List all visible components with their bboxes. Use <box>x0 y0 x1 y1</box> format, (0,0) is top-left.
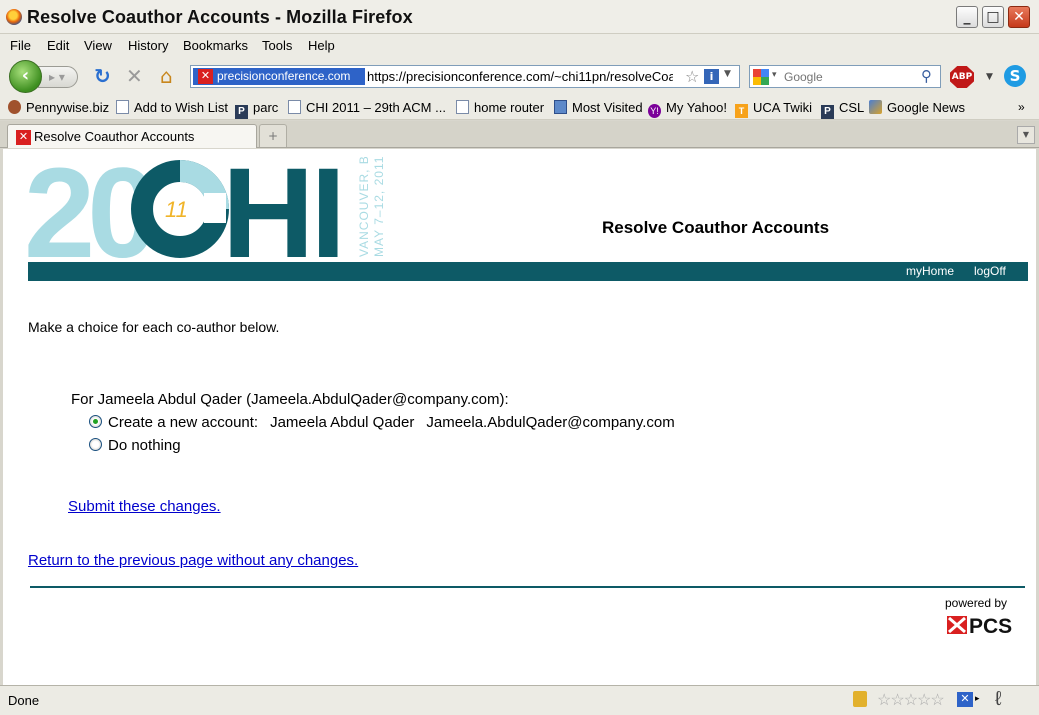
footer-divider <box>30 586 1025 588</box>
pcs-status-icon[interactable]: ✕ <box>957 692 973 707</box>
adblock-dropdown-icon[interactable]: ▼ <box>986 72 993 82</box>
close-button[interactable]: ✕ <box>1008 6 1030 28</box>
twiki-icon: T <box>735 104 748 118</box>
bookmarks-toolbar: Pennywise.biz Add to Wish List Pparc CHI… <box>0 96 1039 120</box>
bookmark-google-news[interactable]: Google News <box>869 100 965 115</box>
do-nothing-label: Do nothing <box>108 437 181 454</box>
bookmark-uca-twiki[interactable]: T UCA Twiki <box>735 100 812 118</box>
yahoo-icon: Y! <box>648 104 661 118</box>
bookmarks-overflow-icon[interactable]: » <box>1018 100 1025 114</box>
bookmark-parc[interactable]: Pparc <box>235 100 278 119</box>
menu-history[interactable]: History <box>128 38 168 53</box>
pcs-logo-text: PCS <box>969 615 1012 637</box>
bookmark-csl[interactable]: P CSL <box>821 100 864 119</box>
engine-dropdown-icon[interactable]: ▾ <box>772 70 777 80</box>
ear-icon[interactable]: ℓ <box>995 688 1001 711</box>
option-do-nothing[interactable]: Do nothing <box>89 437 181 454</box>
menu-edit[interactable]: Edit <box>47 38 69 53</box>
bookmark-my-yahoo[interactable]: Y! My Yahoo! <box>648 100 727 118</box>
rating-stars-icon[interactable]: ☆☆☆☆☆ <box>877 690 945 710</box>
logo-side-line2: MAY 7–12, 2011 <box>372 157 386 257</box>
navigation-toolbar: ▸ ▾ ‹ ↻ ✕ ⌂ ✕ precisionconference.com ht… <box>0 56 1039 96</box>
url-history-dropdown-icon[interactable]: ▼ <box>724 69 731 79</box>
skype-icon[interactable]: S <box>1004 65 1026 87</box>
status-bar: Done ☆☆☆☆☆ ✕ ▸ ℓ <box>0 685 1039 715</box>
minimize-button[interactable]: _ <box>956 6 978 28</box>
my-home-link[interactable]: myHome <box>906 264 954 278</box>
pcs-favicon-icon: ✕ <box>198 69 213 84</box>
page-icon <box>456 100 469 114</box>
menu-tools[interactable]: Tools <box>262 38 292 53</box>
new-tab-button[interactable]: + <box>259 124 287 147</box>
status-arrow-icon[interactable]: ▸ <box>975 693 980 704</box>
address-bar[interactable]: ✕ precisionconference.com https://precis… <box>190 65 740 88</box>
logo-year-small: 11 <box>165 197 188 222</box>
page-content: 20 11 HI VANCOUVER, BC MAY 7–12, 2011 Re… <box>3 149 1036 685</box>
page-info-icon[interactable]: i <box>704 69 719 84</box>
status-text: Done <box>8 693 40 708</box>
do-nothing-radio[interactable] <box>89 438 102 451</box>
window-titlebar: Resolve Coauthor Accounts - Mozilla Fire… <box>0 0 1039 34</box>
bookmark-home-router[interactable]: home router <box>456 100 544 115</box>
bookmark-most-visited[interactable]: Most Visited <box>554 100 643 115</box>
p-icon: P <box>235 105 248 119</box>
return-previous-page-link[interactable]: Return to the previous page without any … <box>28 552 358 569</box>
search-icon[interactable]: ⚲ <box>921 67 932 85</box>
submit-changes-link[interactable]: Submit these changes. <box>68 498 221 515</box>
page-icon <box>116 100 129 114</box>
google-engine-icon[interactable] <box>753 69 769 85</box>
tab-strip: ✕ Resolve Coauthor Accounts + ▼ <box>0 121 1039 148</box>
log-off-link[interactable]: logOff <box>974 264 1006 278</box>
window-title: Resolve Coauthor Accounts - Mozilla Fire… <box>27 7 413 27</box>
menu-bookmarks[interactable]: Bookmarks <box>183 38 248 53</box>
p-icon: P <box>821 105 834 119</box>
url-text[interactable]: https://precisionconference.com/~chi11pn… <box>367 69 673 84</box>
menu-bar: File Edit View History Bookmarks Tools H… <box>0 34 1039 56</box>
tab-label: Resolve Coauthor Accounts <box>34 129 195 144</box>
pennywise-icon <box>8 100 21 114</box>
firefox-icon <box>6 9 22 25</box>
chi-2011-logo: 20 11 HI VANCOUVER, BC MAY 7–12, 2011 <box>28 157 386 261</box>
page-icon <box>288 100 301 114</box>
forward-button[interactable]: ▸ ▾ <box>38 66 78 88</box>
home-icon[interactable]: ⌂ <box>160 66 173 86</box>
create-account-name: Jameela Abdul Qader <box>270 414 415 431</box>
site-identity-label: precisionconference.com <box>217 69 351 83</box>
bookmark-chi-2011[interactable]: CHI 2011 – 29th ACM ... <box>288 100 446 115</box>
reload-icon[interactable]: ↻ <box>94 66 111 86</box>
tab-resolve-coauthor[interactable]: ✕ Resolve Coauthor Accounts <box>7 124 257 148</box>
stop-icon[interactable]: ✕ <box>126 66 143 86</box>
most-visited-icon <box>554 100 567 114</box>
page-title: Resolve Coauthor Accounts <box>602 218 830 237</box>
option-create-account[interactable]: Create a new account: Jameela Abdul Qader… <box>89 414 675 431</box>
pcs-logo[interactable]: PCS <box>947 613 1027 637</box>
create-account-radio[interactable] <box>89 415 102 428</box>
menu-view[interactable]: View <box>84 38 112 53</box>
instructions-text: Make a choice for each co-author below. <box>28 319 280 335</box>
lock-icon[interactable] <box>853 691 867 707</box>
logo-side-line1: VANCOUVER, BC <box>357 157 371 257</box>
back-button[interactable]: ‹ <box>9 60 42 93</box>
site-nav-bar: myHome logOff <box>28 262 1028 281</box>
tab-list-dropdown-icon[interactable]: ▼ <box>1017 126 1035 144</box>
create-account-email: Jameela.AbdulQader@company.com <box>426 414 675 431</box>
pcs-favicon-icon: ✕ <box>16 130 31 145</box>
site-identity-button[interactable]: ✕ precisionconference.com <box>193 68 365 85</box>
maximize-button[interactable]: □ <box>982 6 1004 28</box>
coauthor-label: For Jameela Abdul Qader (Jameela.AbdulQa… <box>71 391 509 408</box>
bookmark-wish-list[interactable]: Add to Wish List <box>116 100 228 115</box>
search-input[interactable] <box>784 68 914 85</box>
bookmark-star-icon[interactable]: ☆ <box>685 67 699 86</box>
create-account-label: Create a new account: <box>108 414 259 431</box>
bookmark-pennywise[interactable]: Pennywise.biz <box>8 100 109 115</box>
menu-file[interactable]: File <box>10 38 31 53</box>
google-news-icon <box>869 100 882 114</box>
search-bar[interactable]: ▾ ⚲ <box>749 65 941 88</box>
logo-word: HI <box>222 157 342 261</box>
powered-by-label: powered by <box>945 596 1008 610</box>
adblock-plus-icon[interactable]: ABP <box>950 66 974 88</box>
menu-help[interactable]: Help <box>308 38 335 53</box>
